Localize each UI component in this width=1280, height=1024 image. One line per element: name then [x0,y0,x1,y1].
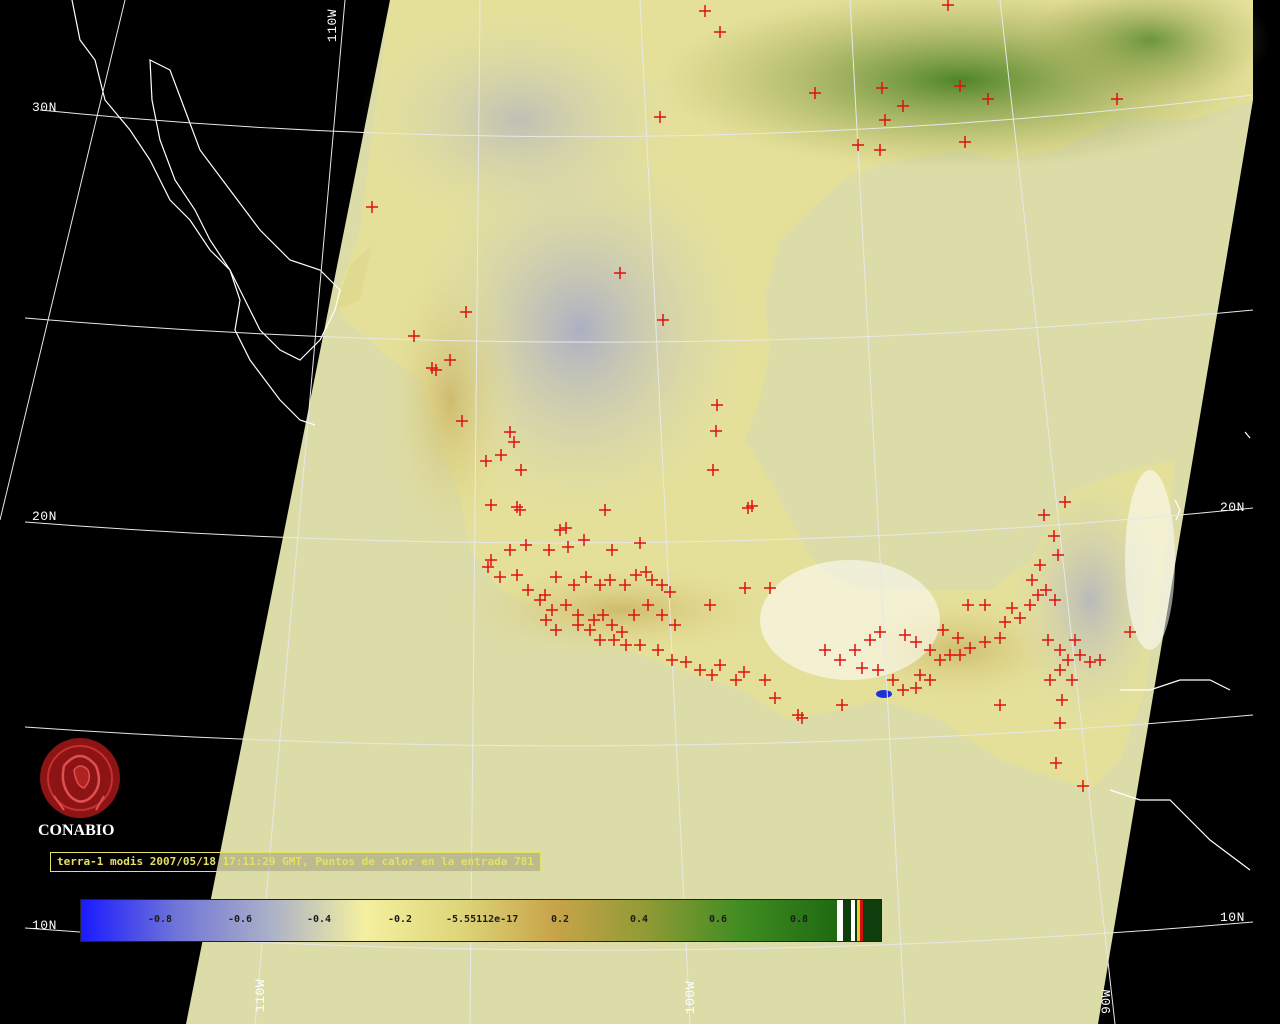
colorbar-tick-label: 0.4 [630,914,649,925]
colorbar-tick-label: -0.4 [307,914,332,925]
colorbar-stripe-white [837,900,843,941]
colorbar-tick-label: 0.8 [790,914,809,925]
lat-label-20n-left: 20N [32,509,57,524]
image-caption: terra-1 modis 2007/05/18 17:11:29 GMT, P… [50,852,541,872]
clouds-gulf [760,560,940,680]
colorbar-stripe-white-2 [851,900,855,941]
colorbar-tick-label: -0.8 [148,914,173,925]
lat-label-10n-left: 10N [32,918,57,933]
sierra-west [380,240,520,560]
lat-label-20n-right: 20N [1220,500,1245,515]
clouds-yucatan [1125,470,1175,650]
lagoon-spot [876,690,892,698]
lat-label-10n-right: 10N [1220,910,1245,925]
colorbar-tick-label: -0.2 [388,914,413,925]
colorbar-stripe-red [860,900,863,941]
conabio-logo-text: CONABIO [38,822,115,839]
lat-label-30n-left: 30N [32,100,57,115]
lon-label-100w-bottom: 100W [683,980,699,1015]
dry-north [360,10,680,230]
colorbar-tick-label: 0.6 [709,914,728,925]
colorbar-tick-label: -0.6 [228,914,253,925]
conabio-logo-icon [40,738,120,818]
lon-label-110w-top: 110W [325,8,341,43]
colorbar-tick-label: 0.2 [551,914,570,925]
lon-label-110w-bottom: 110W [253,978,269,1013]
lon-label-90w-bottom: 90W [1098,989,1114,1014]
ndvi-colorbar: -0.8 -0.6 -0.4 -0.2 -5.55112e-17 0.2 0.4 0.6 0.8 [80,899,882,942]
colorbar-tick-label: -5.55112e-17 [446,914,519,925]
lon-120w [0,0,126,521]
